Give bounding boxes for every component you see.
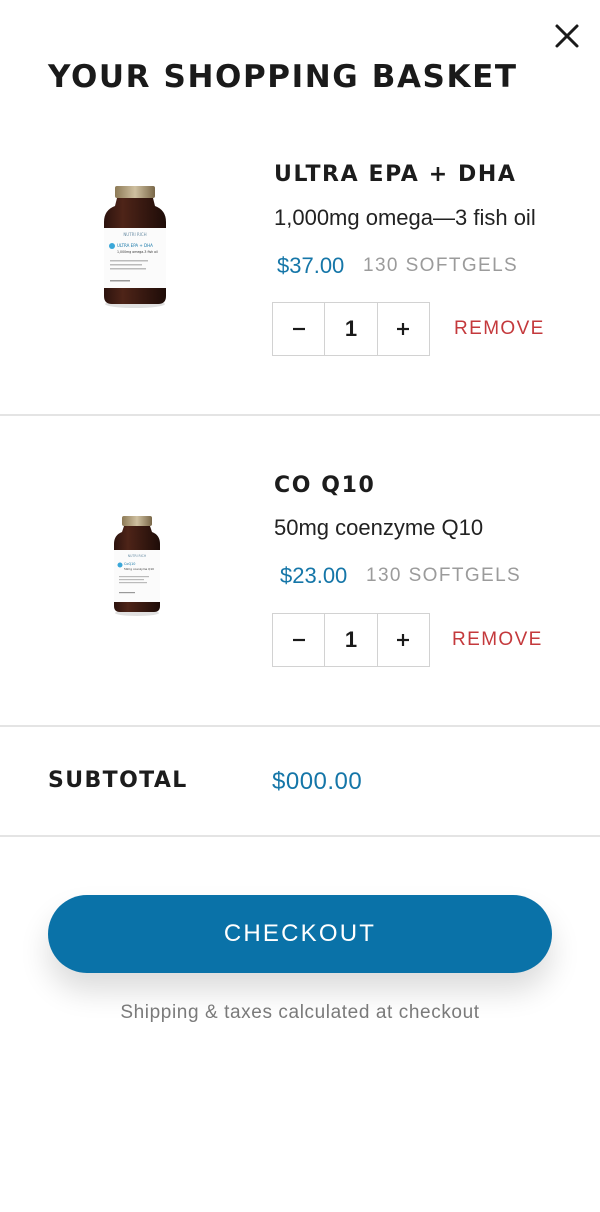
product-size: 130 SOFTGELS [363,255,519,276]
product-image-ultra-epa-dha: NUTRI RICH ULTRA EPA + DHA 1,000mg omega… [104,186,166,308]
basket-item: NUTRI RICH ULTRA EPA + DHA 1,000mg omega… [0,130,600,415]
minus-icon [292,638,305,642]
product-label-desc: 50mg coenzyme Q10 [124,567,154,571]
product-label-desc: 1,000mg omega-3 fish oil [117,250,158,254]
minus-icon [292,327,305,331]
basket-item: NUTRI RICH CoQ10 50mg coenzyme Q10 CO Q1… [0,416,600,726]
checkout-button-label: CHECKOUT [223,920,377,947]
product-name: CO Q10 [274,473,376,498]
decrease-quantity-button[interactable] [273,303,326,355]
quantity-value[interactable]: 1 [325,614,376,666]
plus-icon [397,634,410,646]
quantity-value[interactable]: 1 [325,303,376,355]
subtotal-value: $000.00 [272,768,363,795]
product-brand: NUTRI RICH [123,232,146,237]
shipping-note: Shipping & taxes calculated at checkout [120,1002,480,1023]
quantity-stepper: 1 [272,613,430,667]
subtotal-label: SUBTOTAL [48,768,188,793]
product-label-name: ULTRA EPA + DHA [117,243,153,248]
increase-quantity-button[interactable] [376,614,429,666]
decrease-quantity-button[interactable] [273,614,326,666]
checkout-button[interactable]: CHECKOUT [48,895,552,973]
quantity-stepper: 1 [272,302,430,356]
divider [0,725,600,727]
product-name: ULTRA EPA + DHA [274,162,517,187]
product-price: $37.00 [277,253,345,278]
product-size: 130 SOFTGELS [366,565,522,586]
product-price: $23.00 [280,563,348,588]
product-description: 50mg coenzyme Q10 [274,515,484,540]
plus-icon [397,323,410,335]
close-button[interactable] [549,18,585,54]
page-title: YOUR SHOPPING BASKET [48,59,518,95]
product-description: 1,000mg omega—3 fish oil [274,205,536,230]
close-icon [555,24,579,48]
increase-quantity-button[interactable] [376,303,429,355]
product-image-co-q10: NUTRI RICH CoQ10 50mg coenzyme Q10 [114,516,160,616]
divider [0,835,600,837]
product-brand: NUTRI RICH [128,554,147,558]
remove-item-button[interactable]: REMOVE [452,625,543,655]
product-label-name: CoQ10 [124,562,135,566]
remove-item-button[interactable]: REMOVE [454,314,545,344]
